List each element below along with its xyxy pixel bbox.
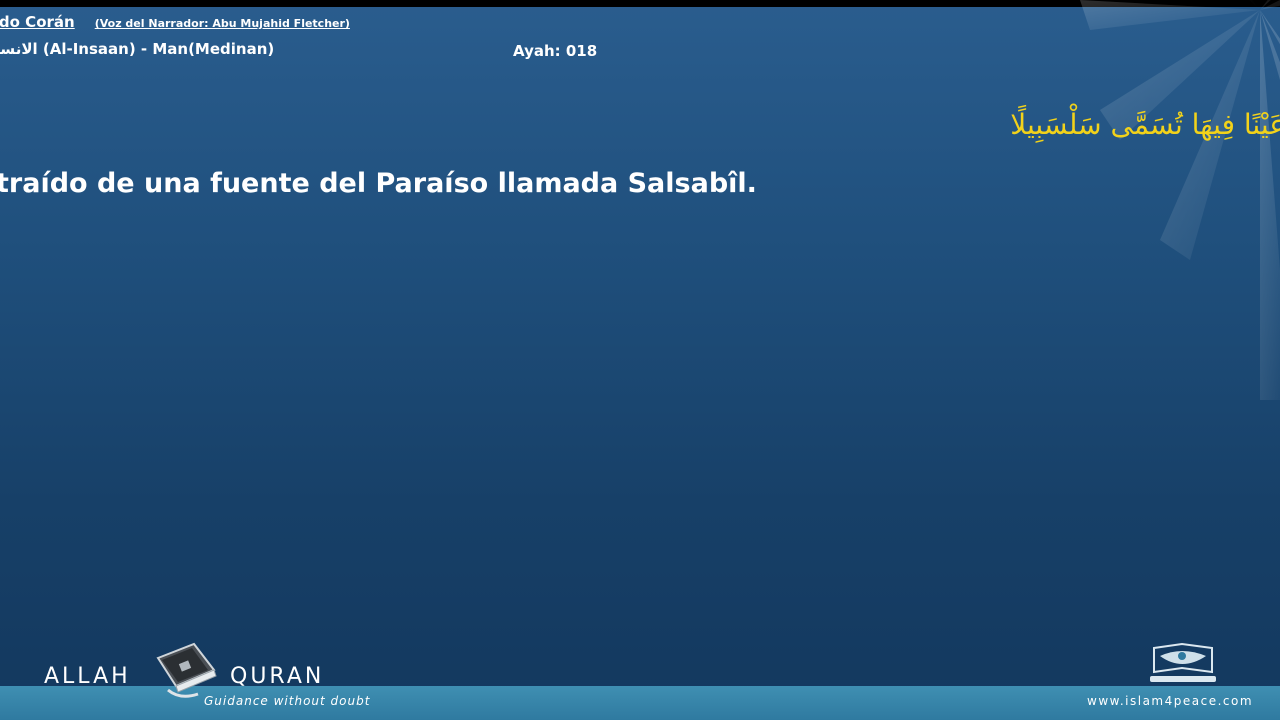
logo-text-right: QURAN: [230, 664, 325, 689]
ayah-number: Ayah: 018: [513, 42, 598, 60]
open-book-logo-icon: [1150, 642, 1216, 682]
logo-tagline: Guidance without doubt: [204, 694, 371, 708]
narrator-credit: (Voz del Narrador: Abu Mujahid Fletcher): [94, 17, 350, 30]
website-url: www.islam4peace.com: [1087, 694, 1254, 708]
video-frame: rrado Corán (Voz del Narrador: Abu Mujahi…: [0, 0, 1280, 720]
verse-translation: traído de una fuente del Paraíso llamada…: [0, 168, 757, 199]
quran-book-icon: [156, 642, 217, 698]
top-black-bar: [0, 0, 1280, 7]
light-rays-decoration: [1080, 0, 1280, 400]
surah-name: الانسان (Al-Insaan) - Man(Medinan): [0, 40, 275, 58]
program-title: rrado Corán (Voz del Narrador: Abu Mujahi…: [0, 12, 350, 31]
logo-text-left: ALLAH: [44, 664, 131, 689]
arabic-verse: عَيْنًا فِيهَا تُسَمَّى سَلْسَبِيلًا: [1010, 108, 1280, 141]
series-title: rrado Corán: [0, 13, 75, 31]
